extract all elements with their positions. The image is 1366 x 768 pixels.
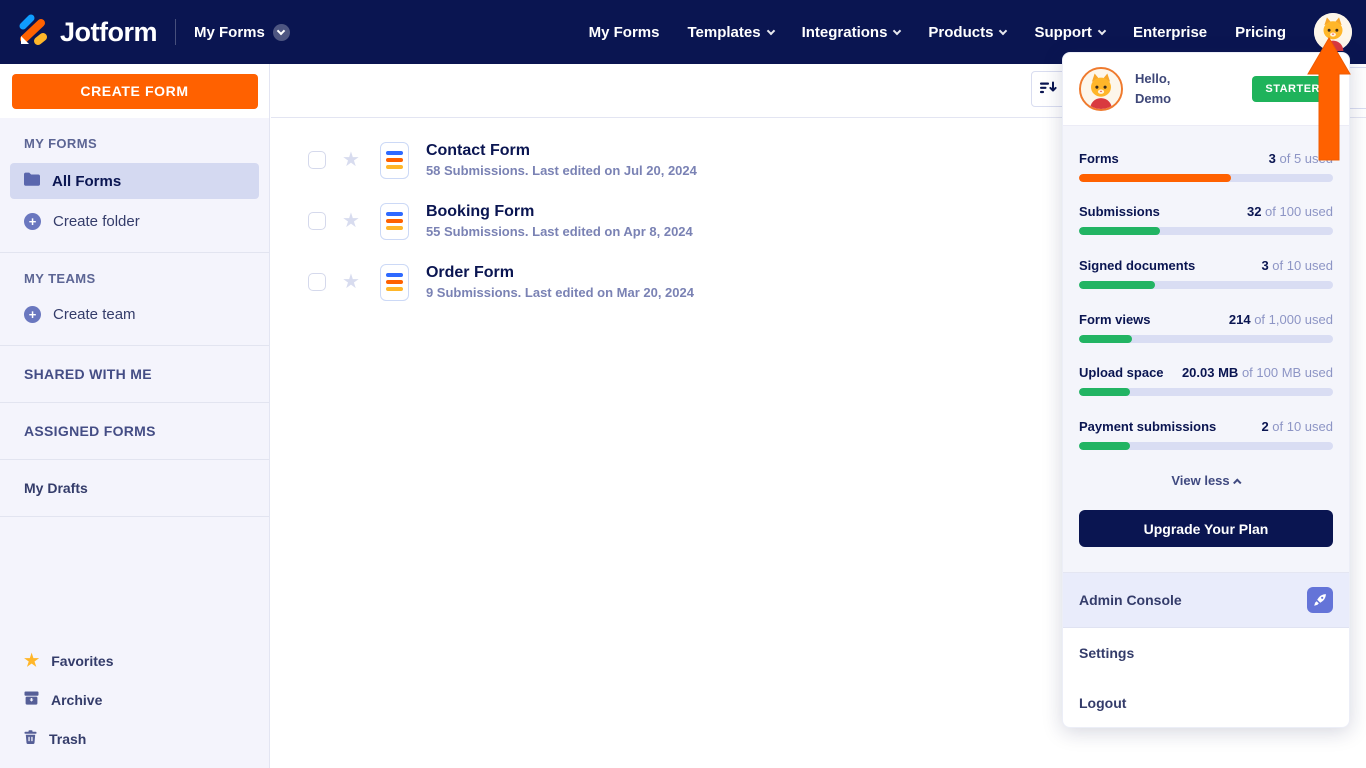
my-teams-section-header: MY TEAMS [24,271,96,286]
sidebar-top: CREATE FORM [0,64,270,118]
usage-row-submissions: Submissions 32 of 100 used [1079,204,1333,236]
sort-button[interactable] [1031,71,1066,107]
usage-bar [1079,227,1333,236]
favorite-star-icon[interactable]: ★ [342,272,360,292]
rocket-icon [1307,587,1333,613]
favorite-star-icon[interactable]: ★ [342,150,360,170]
usage-row-signed-documents: Signed documents 3 of 10 used [1079,258,1333,289]
sidebar-item-trash[interactable]: Trash [0,719,269,758]
sidebar-item-favorites[interactable]: ★ Favorites [0,641,269,680]
usage-row-form-views: Form views 214 of 1,000 used [1079,312,1333,343]
account-panel-header: Hello, Demo STARTER [1063,53,1349,125]
form-title: Order Form [425,264,514,281]
plus-icon: + [24,213,41,230]
create-team-label: Create team [53,306,136,323]
chevron-down-icon [893,26,902,35]
menu-item-logout[interactable]: Logout [1063,678,1349,727]
form-row[interactable]: ★ Order Form 9 Submissions. Last edited … [308,262,697,302]
user-avatar [1079,67,1123,111]
sort-descending-icon [1040,80,1057,99]
navbar-divider [175,19,176,45]
form-link[interactable]: Order Form 9 Submissions. Last edited on… [426,264,694,300]
forms-list: ★ Contact Form 58 Submissions. Last edit… [308,140,697,323]
sidebar-bottom: ★ Favorites Archive Trash [0,641,269,768]
greeting-text: Hello, Demo [1135,70,1172,106]
create-folder-label: Create folder [53,213,140,230]
usage-bar [1079,280,1333,289]
navbar-menu: My Forms Templates Integrations Products… [575,13,1352,51]
nav-my-forms[interactable]: My Forms [575,16,674,49]
row-checkbox[interactable] [308,212,326,230]
sidebar-item-archive[interactable]: Archive [0,680,269,719]
sidebar-item-all-forms[interactable]: All Forms [10,163,259,199]
sidebar-item-label: All Forms [52,172,122,190]
star-icon: ★ [24,651,40,670]
form-type-icon [379,202,409,240]
plan-badge[interactable]: STARTER [1252,76,1333,102]
plus-icon: + [24,306,41,323]
create-form-button[interactable]: CREATE FORM [11,73,258,109]
account-dropdown-panel: Hello, Demo STARTER Forms 3 of 5 used Su… [1062,52,1350,728]
jotform-logo-icon [16,13,50,52]
nav-pricing[interactable]: Pricing [1221,16,1300,49]
sidebar: MY FORMS All Forms + Create folder MY TE… [0,118,270,768]
user-avatar-button[interactable] [1314,13,1352,51]
folder-icon [24,172,40,190]
form-link[interactable]: Booking Form 55 Submissions. Last edited… [426,203,693,239]
jotform-my-forms-page: Jotform My Forms My Forms Templates Inte… [0,0,1366,768]
menu-item-admin-console[interactable]: Admin Console [1063,573,1349,628]
usage-section: Forms 3 of 5 used Submissions 32 of 100 … [1063,125,1349,573]
form-row[interactable]: ★ Contact Form 58 Submissions. Last edit… [308,140,697,180]
menu-item-settings[interactable]: Settings [1063,628,1349,678]
upgrade-plan-button[interactable]: Upgrade Your Plan [1079,510,1333,548]
view-less-link[interactable]: View less [1079,473,1333,488]
nav-products[interactable]: Products [914,16,1020,49]
form-title: Contact Form [425,142,530,159]
form-row[interactable]: ★ Booking Form 55 Submissions. Last edit… [308,201,697,241]
archive-icon [24,691,39,708]
sidebar-item-my-drafts[interactable]: My Drafts [0,460,269,516]
nav-templates[interactable]: Templates [673,16,787,49]
usage-bar [1079,388,1333,397]
nav-support[interactable]: Support [1020,16,1119,49]
usage-row-payment-submissions: Payment submissions 2 of 10 used [1079,419,1333,450]
user-avatar [1314,13,1352,51]
my-forms-section-header: MY FORMS [24,136,98,151]
row-checkbox[interactable] [308,273,326,291]
favorite-star-icon[interactable]: ★ [342,211,360,231]
form-type-icon [379,263,409,301]
usage-row-upload-space: Upload space 20.03 MB of 100 MB used [1079,365,1333,397]
form-type-icon [379,141,409,179]
usage-row-forms: Forms 3 of 5 used [1079,151,1333,182]
trash-icon [24,730,37,747]
chevron-up-icon [1232,478,1242,487]
sidebar-item-shared-with-me[interactable]: SHARED WITH ME [0,346,269,402]
usage-bar [1079,173,1333,182]
form-title: Booking Form [425,203,535,220]
chevron-down-icon [1097,26,1107,35]
chevron-down-icon [272,23,290,41]
sidebar-item-assigned-forms[interactable]: ASSIGNED FORMS [0,403,269,459]
brand-name: Jotform [60,16,158,47]
form-meta: 55 Submissions. Last edited on Apr 8, 20… [425,224,693,239]
nav-enterprise[interactable]: Enterprise [1119,16,1221,49]
row-checkbox[interactable] [308,151,326,169]
workspace-label: My Forms [194,23,265,41]
form-link[interactable]: Contact Form 58 Submissions. Last edited… [426,142,697,178]
chevron-down-icon [766,26,775,35]
jotform-logo[interactable]: Jotform [16,13,158,52]
workspace-switcher[interactable]: My Forms [194,23,290,41]
usage-bar [1079,441,1333,450]
usage-bar [1079,334,1333,343]
form-meta: 58 Submissions. Last edited on Jul 20, 2… [425,163,697,178]
chevron-down-icon [999,26,1008,35]
nav-integrations[interactable]: Integrations [788,16,915,49]
form-meta: 9 Submissions. Last edited on Mar 20, 20… [425,285,694,300]
create-team-button[interactable]: + Create team [0,296,269,333]
create-folder-button[interactable]: + Create folder [0,203,269,240]
